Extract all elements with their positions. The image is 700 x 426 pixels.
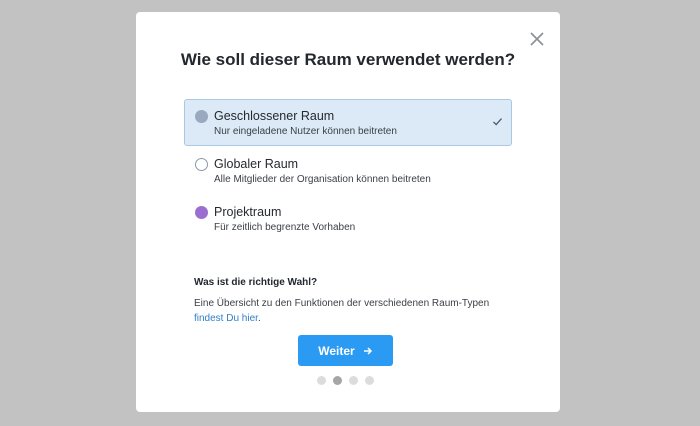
checkmark-icon bbox=[493, 118, 502, 126]
help-description: Eine Übersicht zu den Funktionen der ver… bbox=[194, 298, 490, 309]
closed-space-color-dot bbox=[195, 110, 208, 123]
option-label: Globaler Raum bbox=[214, 157, 299, 171]
option-closed-space[interactable]: Geschlossener Raum Nur eingeladene Nutze… bbox=[184, 99, 512, 146]
option-description: Alle Mitglieder der Organisation können … bbox=[214, 174, 431, 185]
next-button-label: Weiter bbox=[318, 343, 355, 358]
help-link[interactable]: findest Du hier bbox=[194, 313, 258, 324]
option-global-space[interactable]: Globaler Raum Alle Mitglieder der Organi… bbox=[184, 147, 512, 194]
close-icon[interactable] bbox=[528, 30, 546, 48]
next-button[interactable]: Weiter bbox=[298, 335, 393, 366]
page-dot[interactable] bbox=[365, 376, 374, 385]
pagination-dots bbox=[317, 376, 374, 385]
option-label: Geschlossener Raum bbox=[214, 109, 335, 123]
help-text: Eine Übersicht zu den Funktionen der ver… bbox=[194, 296, 524, 326]
space-type-options: Geschlossener Raum Nur eingeladene Nutze… bbox=[184, 99, 512, 243]
option-description: Für zeitlich begrenzte Vorhaben bbox=[214, 222, 356, 233]
space-type-dialog: Wie soll dieser Raum verwendet werden? G… bbox=[136, 12, 560, 412]
option-label: Projektraum bbox=[214, 205, 282, 219]
page-dot[interactable] bbox=[317, 376, 326, 385]
option-description: Nur eingeladene Nutzer können beitreten bbox=[214, 126, 397, 137]
project-space-color-dot bbox=[195, 206, 208, 219]
help-title: Was ist die richtige Wahl? bbox=[194, 277, 318, 288]
help-suffix: . bbox=[257, 313, 261, 324]
arrow-right-icon bbox=[363, 346, 372, 355]
page-dot-active[interactable] bbox=[333, 376, 342, 385]
option-project-space[interactable]: Projektraum Für zeitlich begrenzte Vorha… bbox=[184, 195, 512, 242]
dialog-title: Wie soll dieser Raum verwendet werden? bbox=[180, 50, 516, 69]
page-dot[interactable] bbox=[349, 376, 358, 385]
global-space-radio-circle bbox=[195, 158, 208, 171]
